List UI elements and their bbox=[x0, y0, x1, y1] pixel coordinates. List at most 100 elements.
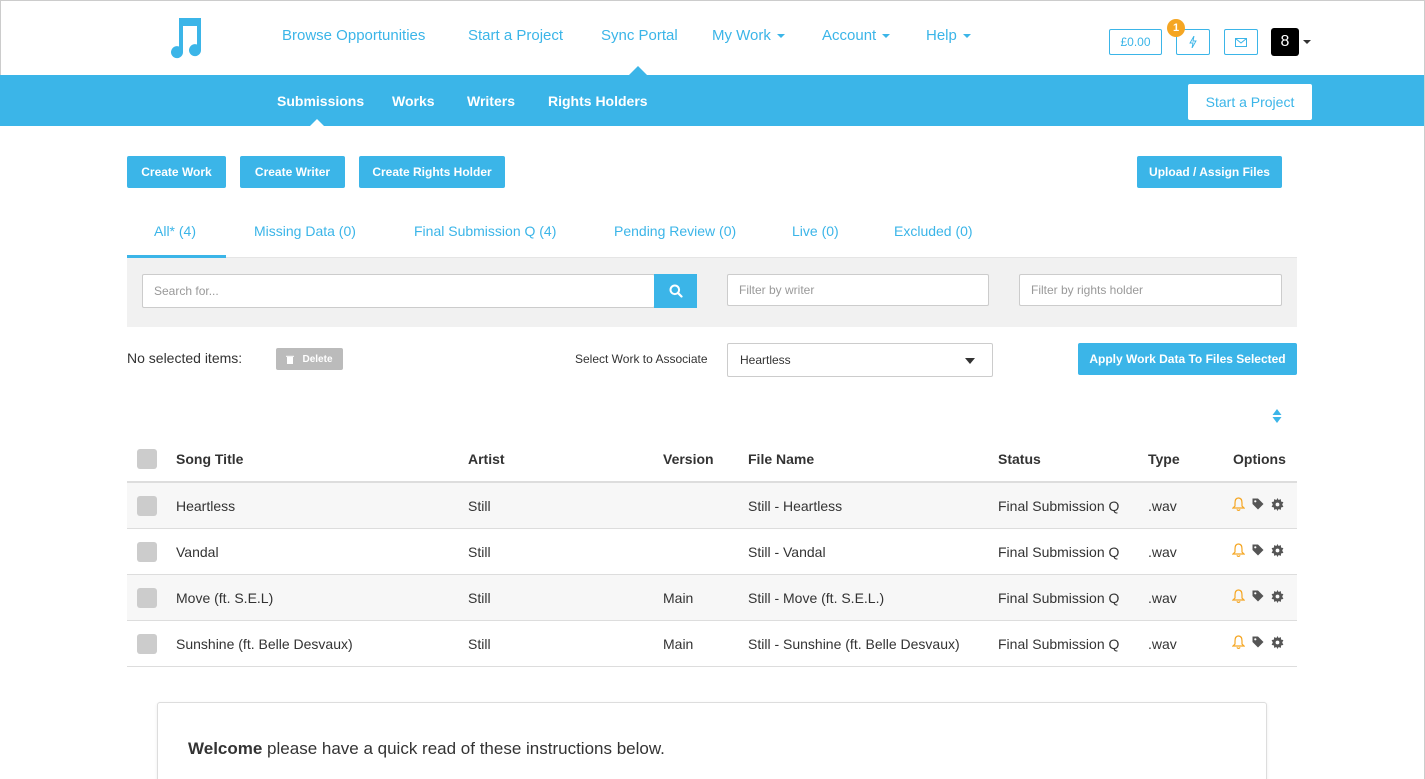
nav-account-label: Account bbox=[822, 27, 877, 44]
col-file-name[interactable]: File Name bbox=[748, 451, 814, 467]
welcome-message: Welcome please have a quick read of thes… bbox=[188, 739, 665, 759]
cell-status: Final Submission Q bbox=[998, 544, 1120, 560]
nav-start-project[interactable]: Start a Project bbox=[468, 27, 563, 44]
table-row[interactable]: Vandal Still Still - Vandal Final Submis… bbox=[127, 528, 1297, 574]
table-bottom-divider bbox=[127, 666, 1297, 667]
col-options: Options bbox=[1233, 451, 1286, 467]
col-type[interactable]: Type bbox=[1148, 451, 1180, 467]
tag-icon[interactable] bbox=[1251, 589, 1265, 603]
tab-missing-data[interactable]: Missing Data (0) bbox=[254, 223, 356, 239]
notification-badge: 1 bbox=[1167, 19, 1185, 37]
welcome-heading: Welcome bbox=[188, 739, 263, 758]
tab-live[interactable]: Live (0) bbox=[792, 223, 839, 239]
subnav-writers[interactable]: Writers bbox=[467, 93, 515, 109]
col-song-title[interactable]: Song Title bbox=[176, 451, 243, 467]
balance-button[interactable]: £0.00 bbox=[1109, 29, 1162, 55]
welcome-instructions: please have a quick read of these instru… bbox=[262, 739, 665, 758]
upload-assign-files-button[interactable]: Upload / Assign Files bbox=[1137, 156, 1282, 188]
nav-browse-opportunities[interactable]: Browse Opportunities bbox=[282, 27, 425, 44]
trash-icon bbox=[286, 355, 295, 364]
col-version[interactable]: Version bbox=[663, 451, 714, 467]
tag-icon[interactable] bbox=[1251, 497, 1265, 511]
messages-button[interactable] bbox=[1224, 29, 1258, 55]
associate-work-select[interactable]: Heartless bbox=[727, 343, 993, 377]
chevron-down-icon[interactable] bbox=[1303, 40, 1311, 44]
create-writer-button[interactable]: Create Writer bbox=[240, 156, 345, 188]
cell-artist: Still bbox=[468, 590, 491, 606]
avatar[interactable]: 8 bbox=[1271, 28, 1299, 56]
apply-work-data-button[interactable]: Apply Work Data To Files Selected bbox=[1078, 343, 1297, 375]
table-row[interactable]: Heartless Still Still - Heartless Final … bbox=[127, 482, 1297, 528]
cell-artist: Still bbox=[468, 636, 491, 652]
bell-icon[interactable] bbox=[1231, 589, 1245, 603]
bell-icon[interactable] bbox=[1231, 497, 1245, 511]
cell-song-title: Heartless bbox=[176, 498, 236, 514]
cell-song-title: Vandal bbox=[176, 544, 219, 560]
nav-sync-portal[interactable]: Sync Portal bbox=[601, 27, 678, 44]
rights-holder-filter-input[interactable]: Filter by rights holder bbox=[1019, 274, 1282, 306]
cell-status: Final Submission Q bbox=[998, 498, 1120, 514]
associate-work-label: Select Work to Associate bbox=[575, 352, 708, 366]
start-project-button[interactable]: Start a Project bbox=[1188, 84, 1312, 120]
row-checkbox[interactable] bbox=[137, 634, 157, 654]
create-rights-holder-button[interactable]: Create Rights Holder bbox=[359, 156, 505, 188]
tab-all[interactable]: All* (4) bbox=[154, 223, 196, 239]
nav-my-work[interactable]: My Work bbox=[712, 27, 785, 44]
chevron-down-icon bbox=[776, 34, 785, 39]
chevron-down-icon bbox=[965, 358, 975, 364]
chevron-down-icon bbox=[962, 34, 971, 39]
row-checkbox[interactable] bbox=[137, 588, 157, 608]
cell-version: Main bbox=[663, 590, 694, 606]
writer-filter-input[interactable]: Filter by writer bbox=[727, 274, 989, 306]
row-checkbox[interactable] bbox=[137, 542, 157, 562]
tab-final-submission-q[interactable]: Final Submission Q (4) bbox=[414, 223, 556, 239]
nav-help-label: Help bbox=[926, 27, 957, 44]
subnav-rights-holders[interactable]: Rights Holders bbox=[548, 93, 648, 109]
delete-button[interactable]: Delete bbox=[276, 348, 343, 370]
gear-icon[interactable] bbox=[1270, 497, 1284, 511]
table-row[interactable]: Move (ft. S.E.L) Still Main Still - Move… bbox=[127, 574, 1297, 620]
delete-label: Delete bbox=[302, 353, 333, 365]
search-icon bbox=[669, 284, 683, 298]
tab-pending-review[interactable]: Pending Review (0) bbox=[614, 223, 736, 239]
col-status[interactable]: Status bbox=[998, 451, 1041, 467]
cell-type: .wav bbox=[1148, 636, 1177, 652]
gear-icon[interactable] bbox=[1270, 543, 1284, 557]
table-row[interactable]: Sunshine (ft. Belle Desvaux) Still Main … bbox=[127, 620, 1297, 666]
cell-file-name: Still - Sunshine (ft. Belle Desvaux) bbox=[748, 636, 960, 652]
tab-excluded[interactable]: Excluded (0) bbox=[894, 223, 973, 239]
selected-items-label: No selected items: bbox=[127, 350, 243, 366]
cell-song-title: Sunshine (ft. Belle Desvaux) bbox=[176, 636, 353, 652]
cell-status: Final Submission Q bbox=[998, 590, 1120, 606]
create-work-button[interactable]: Create Work bbox=[127, 156, 226, 188]
music-note-icon[interactable] bbox=[171, 16, 205, 60]
cell-type: .wav bbox=[1148, 498, 1177, 514]
cell-version: Main bbox=[663, 636, 694, 652]
tag-icon[interactable] bbox=[1251, 635, 1265, 649]
sort-icon[interactable] bbox=[1272, 409, 1282, 423]
associate-work-value: Heartless bbox=[740, 353, 791, 367]
subnav-works[interactable]: Works bbox=[392, 93, 435, 109]
cell-song-title: Move (ft. S.E.L) bbox=[176, 590, 274, 606]
subnav-submissions[interactable]: Submissions bbox=[277, 93, 364, 109]
bell-icon[interactable] bbox=[1231, 543, 1245, 557]
welcome-panel: Welcome please have a quick read of thes… bbox=[157, 702, 1267, 779]
search-button[interactable] bbox=[654, 274, 697, 308]
cell-file-name: Still - Move (ft. S.E.L.) bbox=[748, 590, 885, 606]
bell-icon[interactable] bbox=[1231, 635, 1245, 649]
cell-type: .wav bbox=[1148, 590, 1177, 606]
select-all-checkbox[interactable] bbox=[137, 449, 157, 469]
col-artist[interactable]: Artist bbox=[468, 451, 505, 467]
top-navbar: Browse Opportunities Start a Project Syn… bbox=[0, 0, 1425, 76]
cell-artist: Still bbox=[468, 544, 491, 560]
gear-icon[interactable] bbox=[1270, 635, 1284, 649]
nav-help[interactable]: Help bbox=[926, 27, 971, 44]
search-input[interactable]: Search for... bbox=[142, 274, 655, 308]
gear-icon[interactable] bbox=[1270, 589, 1284, 603]
tag-icon[interactable] bbox=[1251, 543, 1265, 557]
cell-file-name: Still - Heartless bbox=[748, 498, 843, 514]
envelope-icon bbox=[1235, 37, 1247, 47]
active-subnav-pointer bbox=[310, 119, 324, 126]
nav-account[interactable]: Account bbox=[822, 27, 891, 44]
row-checkbox[interactable] bbox=[137, 496, 157, 516]
